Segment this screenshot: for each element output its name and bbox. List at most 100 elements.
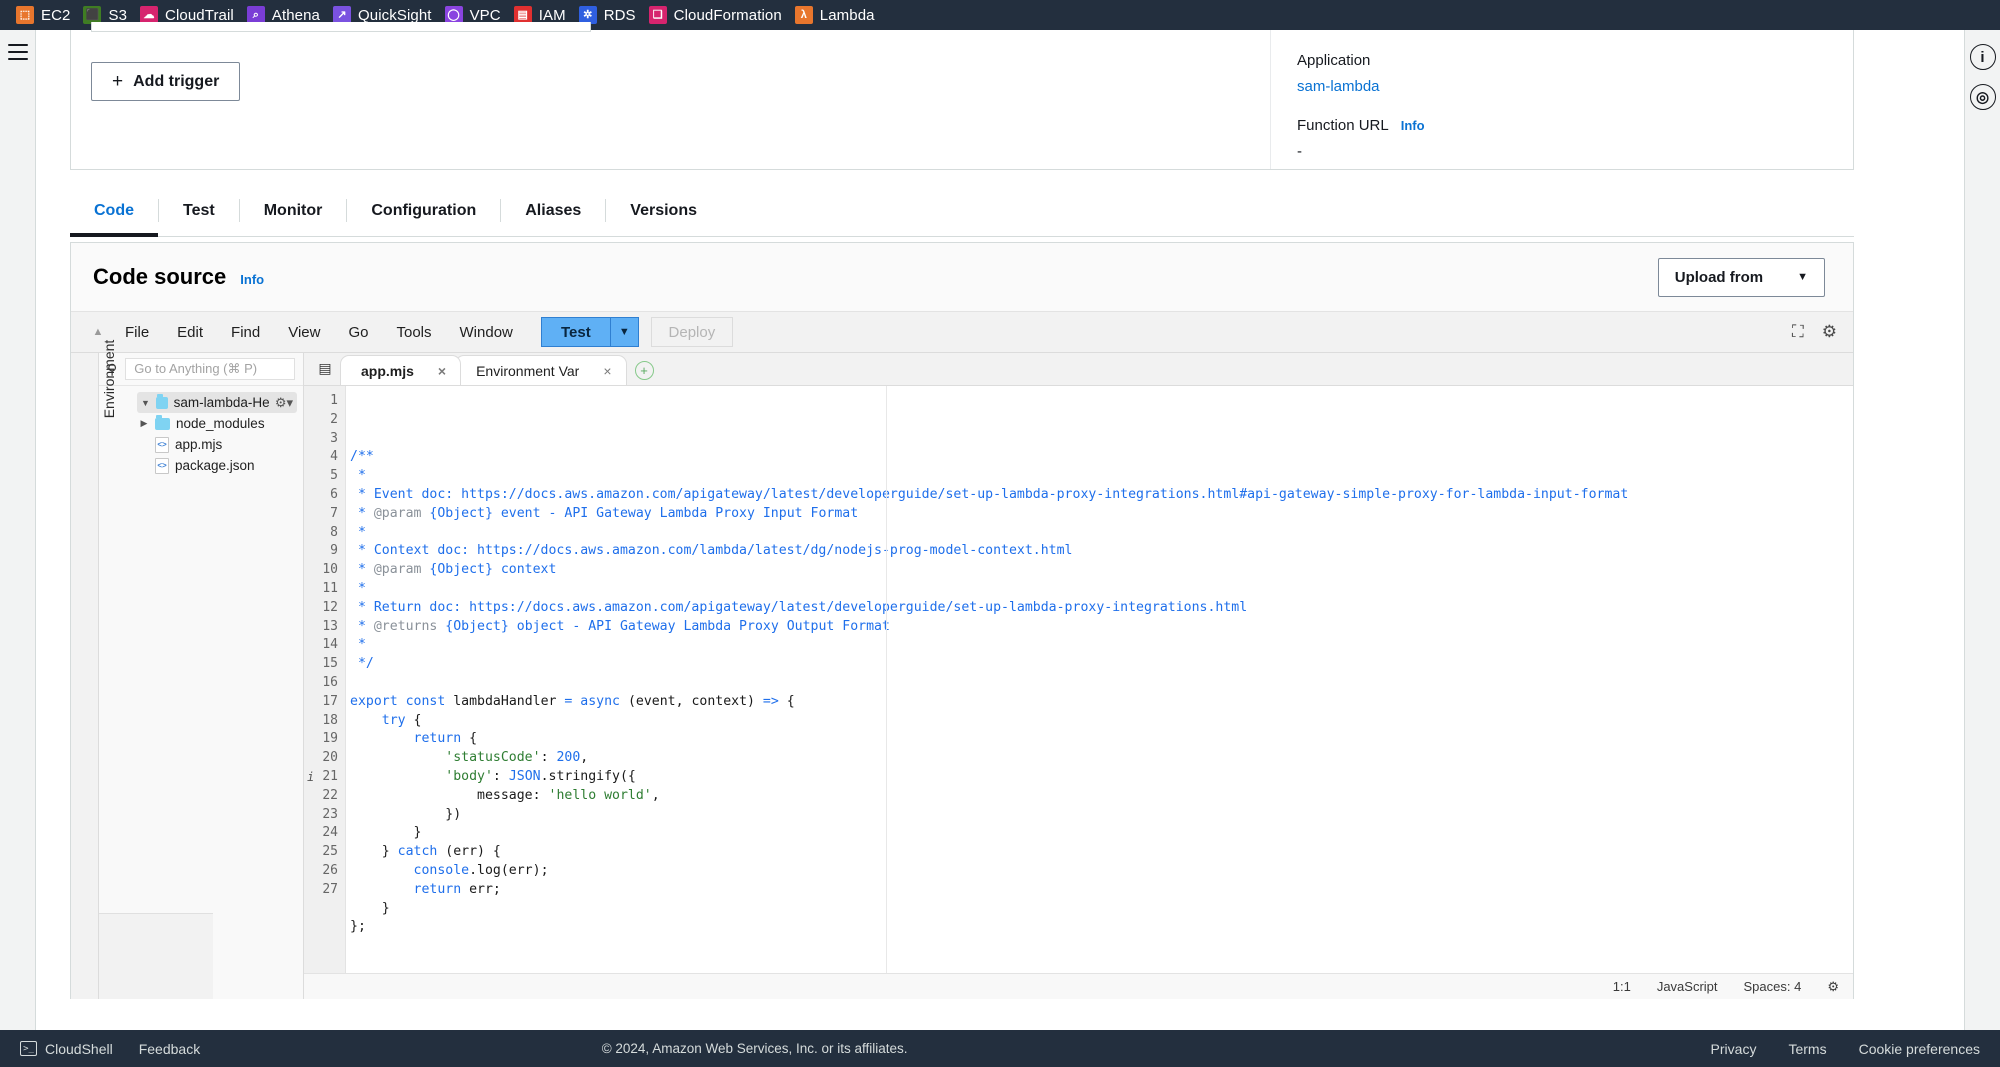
code-token: (event, context) <box>620 693 763 709</box>
line-number: 14 <box>322 637 338 653</box>
terms-link[interactable]: Terms <box>1788 1041 1826 1057</box>
application-link[interactable]: sam-lambda <box>1297 78 1853 95</box>
line-number: 18 <box>322 712 338 728</box>
tree-item-package-json[interactable]: <> package.json <box>99 455 303 476</box>
tree-item-sam-lambda-hellow[interactable]: ▼ sam-lambda-HelloW ⚙▾ <box>137 392 297 413</box>
tree-twisty-icon[interactable]: ▼ <box>141 398 150 408</box>
ide-menu-file[interactable]: File <box>111 312 163 353</box>
tab-test[interactable]: Test <box>159 185 239 236</box>
fullscreen-icon[interactable]: ⛶ <box>1792 322 1804 342</box>
code-line: export const lambdaHandler = async (even… <box>350 693 1853 712</box>
editor-status-bar: 1:1 JavaScript Spaces: 4 ⚙ <box>304 973 1853 999</box>
editor-tab-environment-var[interactable]: Environment Var × <box>455 355 627 385</box>
code-token: err; <box>461 881 501 897</box>
code-line: * @param {Object} event - API Gateway La… <box>350 505 1853 524</box>
tab-versions[interactable]: Versions <box>606 185 721 236</box>
line-number: 26 <box>322 862 338 878</box>
new-tab-icon[interactable]: + <box>634 361 654 380</box>
code-token: return <box>413 881 462 897</box>
code-token: * Context doc: https://docs.aws.amazon.c… <box>350 543 1073 559</box>
feedback-link[interactable]: Feedback <box>139 1041 200 1057</box>
service-shortcut-label: QuickSight <box>358 6 432 24</box>
close-icon[interactable]: × <box>603 363 611 379</box>
tab-configuration[interactable]: Configuration <box>347 185 500 236</box>
code-token: const <box>405 693 446 709</box>
editor-tab-app-mjs[interactable]: app.mjs × <box>340 355 462 385</box>
tree-twisty-icon[interactable]: ▶ <box>139 418 149 429</box>
ide-test-button[interactable]: Test ▼ <box>540 317 639 347</box>
code-token: }) <box>350 806 462 822</box>
ide-menu-window[interactable]: Window <box>446 312 527 353</box>
code-source-info-link[interactable]: Info <box>240 272 264 287</box>
tab-code[interactable]: Code <box>70 185 158 237</box>
cloudshell-button[interactable]: >_ CloudShell <box>20 1041 113 1057</box>
code-content[interactable]: /** * * Event doc: https://docs.aws.amaz… <box>346 386 1853 973</box>
ide-menu-find[interactable]: Find <box>217 312 274 353</box>
ide-test-dropdown-icon[interactable]: ▼ <box>609 318 638 346</box>
line-number: 13 <box>322 618 338 634</box>
line-number: 1 <box>330 393 338 408</box>
ide-menu-edit[interactable]: Edit <box>163 312 217 353</box>
copyright-text: © 2024, Amazon Web Services, Inc. or its… <box>601 1041 908 1056</box>
privacy-link[interactable]: Privacy <box>1711 1041 1757 1057</box>
right-tools-rail: i ◎ <box>1964 30 2000 1037</box>
service-shortcut-ec2[interactable]: ⬚ EC2 <box>14 0 81 30</box>
code-token: @param <box>373 505 422 521</box>
tree-gear-icon[interactable]: ⚙▾ <box>275 395 293 411</box>
environment-strip[interactable]: Environment <box>71 340 117 999</box>
language-mode[interactable]: JavaScript <box>1657 979 1718 994</box>
service-shortcut-lambda[interactable]: λ Lambda <box>793 0 886 30</box>
line-number: 8 <box>330 524 338 540</box>
service-shortcut-cloudformation[interactable]: ❑ CloudFormation <box>647 0 793 30</box>
editor-settings-gear-icon[interactable]: ⚙ <box>1827 979 1839 995</box>
gear-icon[interactable]: ⚙ <box>1822 322 1837 342</box>
ide-body: Environment ⚲ Go to Anything (⌘ P) ▼ sam-… <box>71 340 1853 999</box>
go-to-anything-input[interactable]: Go to Anything (⌘ P) <box>125 358 295 380</box>
tab-list-icon[interactable]: ▤ <box>310 352 340 385</box>
editor-tab-label: app.mjs <box>361 362 414 379</box>
line-number: 19 <box>322 731 338 747</box>
code-editor[interactable]: 1 2 3 4 5 6 7 8 9 10 11 12 13 14 15 16 17 18 19 20 i 21 22 23 24… <box>304 386 1853 973</box>
function-url-info-link[interactable]: Info <box>1401 118 1425 133</box>
line-number: 25 <box>322 844 338 860</box>
cookie-preferences-link[interactable]: Cookie preferences <box>1859 1041 1980 1057</box>
line-number: 22 <box>322 787 338 803</box>
tree-item-node-modules[interactable]: ▶ node_modules <box>99 413 303 434</box>
code-line: return err; <box>350 881 1853 900</box>
tab-aliases[interactable]: Aliases <box>501 185 605 236</box>
code-token: * <box>350 580 366 596</box>
indent-setting[interactable]: Spaces: 4 <box>1744 979 1802 994</box>
ide-menu-tools[interactable]: Tools <box>382 312 445 353</box>
code-token: => <box>762 693 779 709</box>
shortcut-panel-icon[interactable]: ◎ <box>1969 84 1996 110</box>
info-panel-icon[interactable]: i <box>1969 44 1996 70</box>
line-number: 20 <box>322 750 338 766</box>
footer-right-group: Privacy Terms Cookie preferences <box>1711 1041 1980 1057</box>
footer-left-group: >_ CloudShell Feedback <box>20 1041 200 1057</box>
info-annotation-icon: i <box>307 770 315 784</box>
line-number-gutter: 1 2 3 4 5 6 7 8 9 10 11 12 13 14 15 16 17 18 19 20 i 21 22 23 24… <box>304 386 346 973</box>
add-trigger-button[interactable]: + Add trigger <box>91 62 241 101</box>
service-shortcut-label: Lambda <box>819 6 875 24</box>
code-token: 200 <box>556 750 581 766</box>
ide-menu-go[interactable]: Go <box>334 312 382 353</box>
close-icon[interactable]: × <box>438 363 446 379</box>
line-number: 12 <box>322 599 338 615</box>
code-token: 'hello world' <box>548 787 652 803</box>
line-number: 16 <box>322 674 338 690</box>
menu-toggle-icon[interactable] <box>7 44 28 60</box>
code-token: * <box>350 505 374 521</box>
tree-item-app-mjs[interactable]: <> app.mjs <box>99 434 303 455</box>
tab-monitor[interactable]: Monitor <box>240 185 347 236</box>
code-line: return { <box>350 730 1853 749</box>
code-token: }; <box>350 919 366 935</box>
code-token: * <box>350 637 366 653</box>
code-token: { <box>778 693 795 709</box>
ide-menu-view[interactable]: View <box>274 312 334 353</box>
code-token: try <box>381 712 406 728</box>
upload-from-button[interactable]: Upload from ▼ <box>1657 257 1825 297</box>
